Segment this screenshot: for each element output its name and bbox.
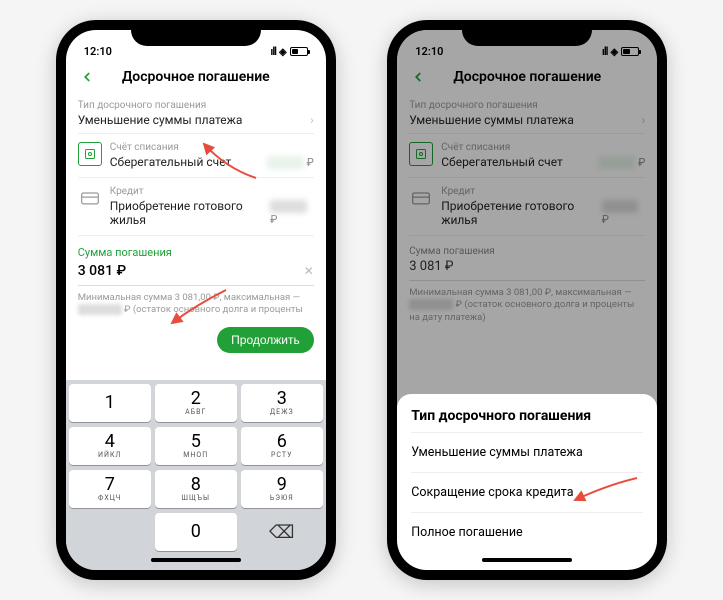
key-backspace[interactable]: ⌫ (241, 513, 323, 551)
status-time: 12:10 (84, 45, 112, 58)
account-balance: 0000 ₽ (267, 156, 314, 169)
account-label: Счёт списания (110, 142, 314, 153)
clear-icon[interactable]: ✕ (304, 264, 314, 278)
key-0[interactable]: 0 (155, 513, 237, 551)
repayment-type-field[interactable]: Тип досрочного погашения Уменьшение сумм… (78, 94, 314, 134)
battery-icon (290, 47, 308, 56)
home-indicator (151, 558, 241, 562)
credit-label: Кредит (110, 186, 314, 197)
sheet-title: Тип досрочного погашения (411, 408, 643, 424)
key-1[interactable]: 1 (69, 384, 151, 422)
sheet-option-reduce-term[interactable]: Сокращение срока кредита (411, 472, 643, 512)
phone-right: 12:10 Досрочное погашение Тип досрочного… (387, 20, 667, 580)
amount-hint: Минимальная сумма 3 081,00 ₽, максимальн… (78, 286, 314, 323)
screen-left: 12:10 Досрочное погашение Тип досрочного… (66, 30, 326, 570)
sheet-option-full-repayment[interactable]: Полное погашение (411, 512, 643, 552)
navbar: Досрочное погашение (66, 60, 326, 94)
repayment-type-value: Уменьшение суммы платежа (78, 113, 243, 127)
key-2[interactable]: 2АБВГ (155, 384, 237, 422)
bottom-sheet: Тип досрочного погашения Уменьшение сумм… (397, 394, 657, 570)
chevron-right-icon: › (310, 113, 314, 127)
key-8[interactable]: 8ШЩЪЫ (155, 470, 237, 508)
key-9[interactable]: 9ЬЭЮЯ (241, 470, 323, 508)
key-3[interactable]: 3ДЕЖЗ (241, 384, 323, 422)
key-4[interactable]: 4ИЙКЛ (69, 427, 151, 465)
key-empty (69, 513, 151, 551)
amount-label: Сумма погашения (78, 246, 314, 259)
amount-input-row[interactable]: 3 081 ₽ ✕ (78, 259, 314, 286)
continue-button[interactable]: Продолжить (217, 327, 314, 353)
key-5[interactable]: 5МНОП (155, 427, 237, 465)
account-value: Сберегательный счет (110, 155, 232, 169)
credit-row[interactable]: Кредит Приобретение готового жилья 0000 … (78, 178, 314, 236)
credit-icon (78, 186, 102, 210)
account-icon (78, 142, 102, 166)
key-6[interactable]: 6РСТУ (241, 427, 323, 465)
home-indicator (482, 558, 572, 562)
repayment-type-label: Тип досрочного погашения (78, 100, 314, 111)
credit-value: Приобретение готового жилья (110, 199, 270, 227)
credit-balance: 0000 ₽ (270, 200, 314, 226)
content-area: Тип досрочного погашения Уменьшение сумм… (66, 94, 326, 380)
backspace-icon: ⌫ (269, 522, 294, 543)
notch (131, 20, 261, 46)
amount-input[interactable]: 3 081 ₽ (78, 263, 126, 279)
account-row[interactable]: Счёт списания Сберегательный счет 0000 ₽ (78, 134, 314, 178)
sheet-option-reduce-payment[interactable]: Уменьшение суммы платежа (411, 432, 643, 472)
phone-left: 12:10 Досрочное погашение Тип досрочного… (56, 20, 336, 580)
notch (462, 20, 592, 46)
status-icons (270, 45, 307, 58)
screen-right: 12:10 Досрочное погашение Тип досрочного… (397, 30, 657, 570)
numeric-keyboard: 1 2АБВГ 3ДЕЖЗ 4ИЙКЛ 5МНОП 6РСТУ 7ФХЦЧ 8Ш… (66, 380, 326, 570)
wifi-icon (279, 45, 287, 58)
key-7[interactable]: 7ФХЦЧ (69, 470, 151, 508)
signal-icon (270, 45, 276, 58)
page-title: Досрочное погашение (74, 69, 318, 85)
